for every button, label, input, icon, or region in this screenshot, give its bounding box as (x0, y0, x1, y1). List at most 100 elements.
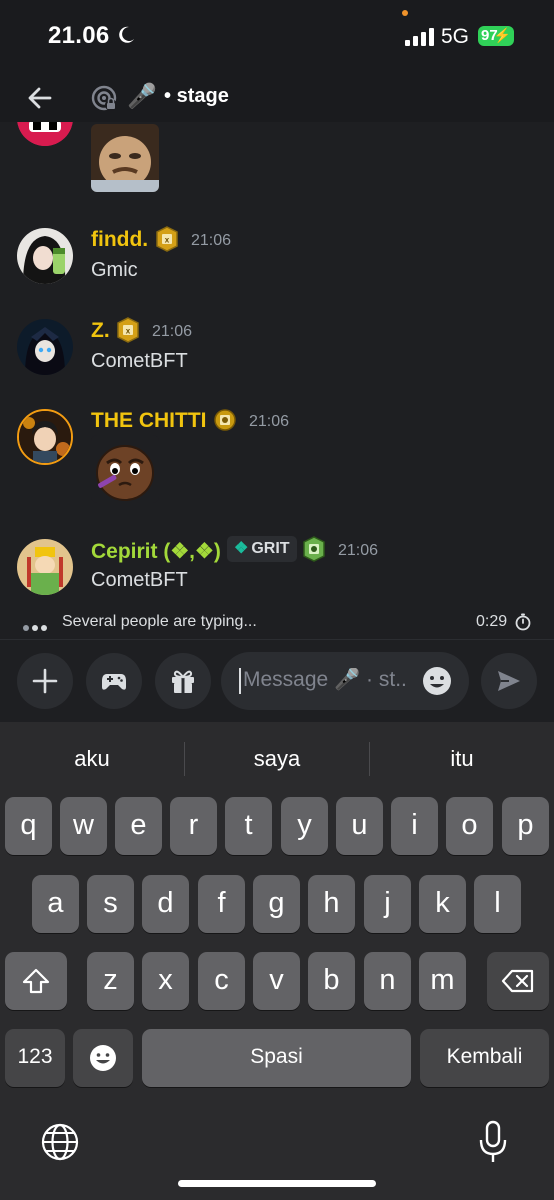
stopwatch-icon (515, 613, 531, 631)
message-list[interactable]: findd. x 21:06 Gmic Z. x 21:06 CometBFT (0, 122, 554, 640)
role-badge-icon (303, 536, 325, 562)
author-name[interactable]: Z. (91, 319, 110, 343)
avatar-image (17, 319, 73, 375)
avatar[interactable] (17, 122, 73, 146)
suggestion-2[interactable]: saya (185, 746, 369, 772)
avatar[interactable] (17, 539, 73, 595)
avatar-image (17, 122, 73, 146)
suggestion-bar: aku saya itu (0, 722, 554, 796)
moon-icon (119, 26, 134, 43)
role-badge-icon (214, 409, 236, 431)
role-badge-icon: x (117, 317, 139, 343)
channel-header: 🎤 • stage (0, 74, 554, 122)
send-icon (498, 671, 520, 691)
meme-face-sticker[interactable] (91, 124, 159, 192)
channel-name: stage (176, 85, 229, 107)
network-type: 5G (441, 25, 470, 48)
server-tag-label: GRIT (251, 540, 290, 557)
role-badge-icon: x (156, 226, 178, 252)
key-l[interactable]: l (474, 875, 521, 933)
numbers-key[interactable]: 123 (5, 1029, 65, 1087)
home-indicator[interactable] (178, 1180, 376, 1187)
message-text: CometBFT (91, 350, 188, 372)
title-separator: • (164, 85, 172, 107)
key-s[interactable]: s (87, 875, 134, 933)
activities-button[interactable] (86, 653, 142, 709)
key-k[interactable]: k (419, 875, 466, 933)
message-input[interactable]: Message 🎤 · st.. (221, 652, 469, 710)
message-text: CometBFT (91, 569, 188, 591)
key-e[interactable]: e (115, 797, 162, 855)
key-o[interactable]: o (446, 797, 493, 855)
author-name[interactable]: Cepirit (❖,❖) (91, 539, 221, 564)
plus-icon (32, 668, 58, 694)
suggestion-3[interactable]: itu (370, 746, 554, 772)
svg-text:x: x (126, 327, 131, 336)
key-c[interactable]: c (198, 952, 245, 1010)
key-m[interactable]: m (419, 952, 466, 1010)
avatar-image (19, 411, 71, 463)
virtual-keyboard: aku saya itu q w e r t y u i o p a s d f… (0, 722, 554, 1200)
gift-icon (172, 670, 194, 693)
message-timestamp: 21:06 (152, 323, 193, 340)
key-q[interactable]: q (5, 797, 52, 855)
globe-icon[interactable] (40, 1122, 80, 1162)
typing-indicator: Several people are typing... 0:29 (0, 606, 554, 638)
avatar[interactable] (17, 228, 73, 284)
coffee-bean-sticker[interactable] (91, 435, 159, 503)
message-placeholder: Message 🎤 · st.. (243, 668, 407, 691)
message-composer: Message 🎤 · st.. (0, 640, 554, 722)
key-v[interactable]: v (253, 952, 300, 1010)
key-p[interactable]: p (502, 797, 549, 855)
slowmode-timer: 0:29 (476, 613, 508, 630)
return-key[interactable]: Kembali (420, 1029, 549, 1087)
message-timestamp: 21:06 (191, 232, 232, 249)
avatar[interactable] (17, 319, 73, 375)
back-arrow-icon[interactable] (24, 82, 56, 114)
key-y[interactable]: y (281, 797, 328, 855)
key-x[interactable]: x (142, 952, 189, 1010)
key-z[interactable]: z (87, 952, 134, 1010)
channel-title[interactable]: • stage (164, 85, 229, 108)
key-i[interactable]: i (391, 797, 438, 855)
key-g[interactable]: g (253, 875, 300, 933)
microphone-icon[interactable] (478, 1120, 508, 1164)
avatar-image (17, 539, 73, 595)
backspace-key[interactable] (487, 952, 549, 1010)
server-tag[interactable]: ❖ GRIT (227, 536, 297, 562)
emoji-icon[interactable] (421, 665, 453, 697)
shift-key[interactable] (5, 952, 67, 1010)
author-name[interactable]: THE CHITTI (91, 409, 207, 433)
text-cursor (239, 668, 241, 694)
key-f[interactable]: f (198, 875, 245, 933)
avatar[interactable] (17, 409, 73, 465)
avatar-image (17, 228, 73, 284)
key-w[interactable]: w (60, 797, 107, 855)
shift-icon (22, 968, 50, 994)
tag-diamond-icon: ❖ (234, 540, 249, 557)
status-bar: 21.06 5G 97 ⚡ (0, 0, 554, 74)
author-name[interactable]: findd. (91, 228, 148, 252)
microphone-emoji-icon: 🎤 (127, 83, 157, 110)
send-button[interactable] (481, 653, 537, 709)
key-r[interactable]: r (170, 797, 217, 855)
key-h[interactable]: h (308, 875, 355, 933)
clock: 21.06 (48, 22, 110, 49)
battery-indicator: 97 ⚡ (478, 26, 514, 46)
message-timestamp: 21:06 (338, 542, 379, 559)
key-d[interactable]: d (142, 875, 189, 933)
attach-button[interactable] (17, 653, 73, 709)
charging-bolt-icon: ⚡ (493, 27, 511, 43)
emoji-key[interactable] (73, 1029, 133, 1087)
gift-button[interactable] (155, 653, 211, 709)
backspace-icon (501, 969, 534, 993)
key-j[interactable]: j (364, 875, 411, 933)
key-u[interactable]: u (336, 797, 383, 855)
key-b[interactable]: b (308, 952, 355, 1010)
typing-dots-icon (23, 618, 50, 636)
key-a[interactable]: a (32, 875, 79, 933)
suggestion-1[interactable]: aku (0, 746, 184, 772)
key-t[interactable]: t (225, 797, 272, 855)
key-n[interactable]: n (364, 952, 411, 1010)
space-key[interactable]: Spasi (142, 1029, 411, 1087)
